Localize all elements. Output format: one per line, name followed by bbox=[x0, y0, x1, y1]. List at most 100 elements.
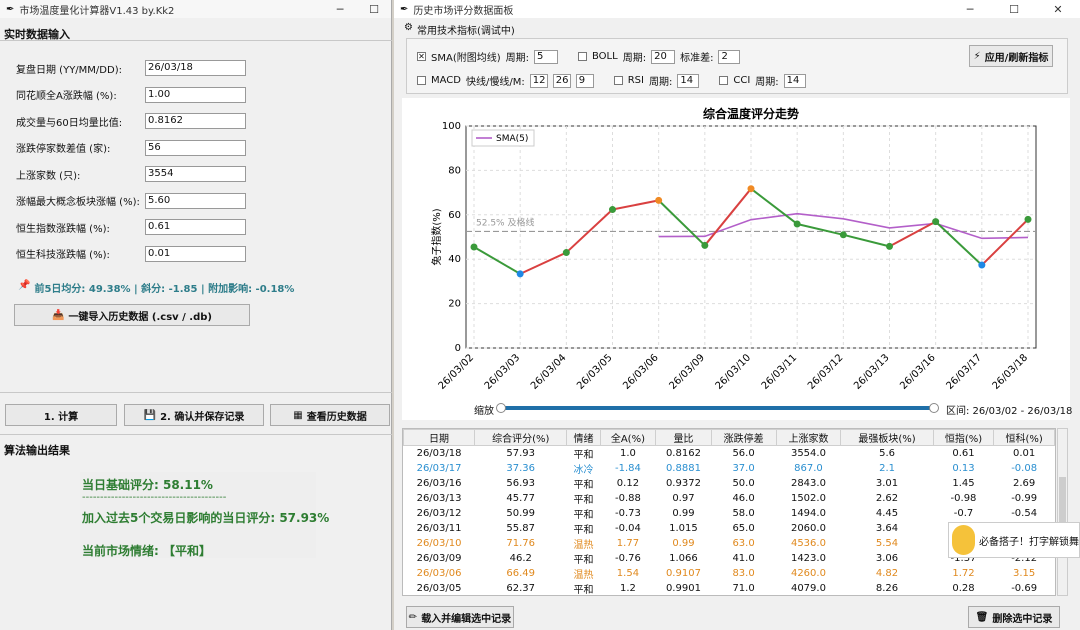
table-cell: 71.0 bbox=[732, 583, 755, 594]
history-window-title: 历史市场评分数据面板 bbox=[413, 5, 514, 17]
close-button[interactable]: ✕ bbox=[1036, 3, 1080, 16]
score-point bbox=[701, 241, 709, 249]
field-input[interactable]: 1.00 bbox=[145, 86, 246, 103]
table-cell: 1.0 bbox=[619, 448, 636, 459]
sma-checkbox[interactable]: ✕ bbox=[417, 52, 426, 61]
table-cell: 4079.0 bbox=[790, 583, 826, 594]
table-row[interactable]: 26/03/05 62.37 平和 1.2 0.9901 71.0 4079.0 8.26 0.… bbox=[404, 581, 1055, 595]
table-cell: 1423.0 bbox=[790, 553, 826, 564]
score-point bbox=[470, 243, 478, 251]
macd-fast-input[interactable]: 12 bbox=[529, 73, 548, 88]
table-cell: -0.88 bbox=[614, 493, 641, 504]
column-header[interactable]: 上涨家数 bbox=[775, 429, 842, 446]
rsi-period-input[interactable]: 14 bbox=[677, 73, 700, 88]
column-header[interactable]: 综合评分(%) bbox=[474, 429, 568, 446]
y-tick-label: 60 bbox=[448, 210, 461, 221]
score-line-segment bbox=[657, 199, 706, 247]
save-icon: 💾 bbox=[143, 409, 157, 421]
table-cell: 0.97 bbox=[672, 493, 695, 504]
market-mood: 当前市场情绪: 【平和】 bbox=[82, 544, 211, 558]
table-cell: 0.8881 bbox=[665, 463, 701, 474]
table-cell: 0.99 bbox=[672, 538, 695, 549]
field-label: 涨幅最大概念板块涨幅 (%): bbox=[16, 197, 140, 208]
minimize-button[interactable]: ─ bbox=[323, 3, 357, 16]
import-history-button[interactable]: 📥 一键导入历史数据 (.csv / .db) bbox=[14, 304, 250, 326]
macd-slow-input[interactable]: 26 bbox=[552, 73, 571, 88]
maximize-button[interactable]: ☐ bbox=[357, 3, 391, 16]
table-cell: 41.0 bbox=[732, 553, 755, 564]
field-input[interactable]: 26/03/18 bbox=[145, 60, 246, 76]
field-input[interactable]: 0.01 bbox=[145, 245, 246, 262]
score-point bbox=[886, 242, 893, 250]
apply-indicator-button[interactable]: ⚡ 应用/刷新指标 bbox=[969, 45, 1053, 67]
field-label: 成交量与60日均量比值: bbox=[16, 117, 123, 129]
column-header[interactable]: 恒科(%) bbox=[993, 429, 1055, 446]
calculate-button[interactable]: 1. 计算 bbox=[5, 404, 117, 426]
field-input[interactable]: 3554 bbox=[145, 166, 246, 182]
macd-checkbox[interactable] bbox=[417, 76, 426, 85]
field-input[interactable]: 0.8162 bbox=[145, 113, 246, 129]
column-header[interactable]: 情绪 bbox=[566, 429, 601, 446]
cci-period-input[interactable]: 14 bbox=[783, 73, 806, 88]
boll-checkbox[interactable] bbox=[578, 52, 587, 61]
table-row[interactable]: 26/03/17 37.36 冰冷 -1.84 0.8881 37.0 867.0 2.1 0.… bbox=[404, 461, 1055, 476]
table-cell: 0.8162 bbox=[665, 448, 701, 459]
table-cell: 0.61 bbox=[952, 448, 975, 459]
macd-m-input[interactable]: 9 bbox=[575, 73, 594, 88]
field-input[interactable]: 5.60 bbox=[145, 192, 246, 209]
table-cell: 5.6 bbox=[879, 448, 895, 459]
x-tick-label: 26/03/13 bbox=[852, 352, 892, 392]
table-cell: 83.0 bbox=[732, 568, 755, 579]
zoom-slider-left-handle[interactable] bbox=[496, 403, 506, 413]
indicator-panel: ✕ SMA(附图均线) 周期: 5 BOLL 周期: 20 标准差: 2 MAC… bbox=[406, 38, 1068, 94]
score-point bbox=[747, 185, 755, 193]
maximize-button[interactable]: ☐ bbox=[992, 3, 1036, 16]
save-record-button[interactable]: 💾 2. 确认并保存记录 bbox=[124, 404, 264, 426]
score-point bbox=[655, 196, 663, 204]
zoom-slider-track[interactable] bbox=[500, 406, 934, 410]
feather-icon: ✒ bbox=[6, 3, 15, 15]
table-cell: 2.69 bbox=[1013, 478, 1036, 489]
table-cell: 冰冷 bbox=[573, 465, 594, 476]
boll-std-input[interactable]: 2 bbox=[718, 49, 741, 64]
result-divider: ---------------------------------------- bbox=[82, 492, 227, 503]
table-row[interactable]: 26/03/16 56.93 平和 0.12 0.9372 50.0 2843.0 3.01 1… bbox=[404, 476, 1055, 491]
column-header[interactable]: 日期 bbox=[403, 429, 476, 446]
column-header[interactable]: 最强板块(%) bbox=[840, 429, 934, 446]
table-scrollbar[interactable] bbox=[1057, 428, 1068, 596]
sma-period-input[interactable]: 5 bbox=[534, 49, 558, 64]
table-row[interactable]: 26/03/06 66.49 温热 1.54 0.9107 83.0 4260.0 4.82 1… bbox=[404, 566, 1055, 581]
field-input[interactable]: 56 bbox=[145, 139, 246, 156]
score-point bbox=[516, 270, 524, 278]
boll-period-input[interactable]: 20 bbox=[651, 49, 676, 64]
rsi-checkbox[interactable] bbox=[613, 76, 623, 85]
x-tick-label: 26/03/10 bbox=[714, 352, 754, 392]
column-header[interactable]: 涨跌停差 bbox=[710, 429, 777, 446]
ad-popup[interactable]: 必备搭子！打字解锁舞 bbox=[948, 522, 1080, 558]
zoom-slider-right-handle[interactable] bbox=[929, 403, 939, 413]
column-header[interactable]: 全A(%) bbox=[599, 429, 657, 446]
duck-icon bbox=[952, 525, 975, 555]
table-row[interactable]: 26/03/18 57.93 平和 1.0 0.8162 56.0 3554.0 5.6 0.6… bbox=[404, 446, 1055, 461]
cci-checkbox[interactable] bbox=[719, 76, 729, 85]
table-row[interactable]: 26/03/13 45.77 平和 -0.88 0.97 46.0 1502.0 2.62 -0… bbox=[404, 491, 1055, 506]
delete-record-button[interactable]: 🗑 删除选中记录 bbox=[968, 606, 1060, 628]
table-cell: 50.0 bbox=[732, 478, 755, 489]
minimize-button[interactable]: ─ bbox=[948, 3, 992, 16]
zoom-label: 缩放 bbox=[474, 406, 494, 417]
column-header[interactable]: 量比 bbox=[655, 429, 712, 446]
range-label: 区间: 26/03/02 - 26/03/18 bbox=[946, 406, 1073, 417]
table-row[interactable]: 26/03/12 50.99 平和 -0.73 0.99 58.0 1494.0 4.45 -0… bbox=[404, 506, 1055, 521]
table-cell: -0.76 bbox=[614, 553, 641, 564]
table-cell: 26/03/10 bbox=[416, 538, 462, 549]
field-input[interactable]: 0.61 bbox=[145, 219, 246, 235]
table-cell: 3.01 bbox=[875, 478, 899, 489]
x-tick-label: 26/03/16 bbox=[898, 352, 938, 392]
table-cell: 0.13 bbox=[952, 463, 975, 474]
table-cell: 平和 bbox=[573, 480, 594, 491]
view-history-button[interactable]: ▦ 查看历史数据 bbox=[270, 404, 390, 426]
table-cell: 1.72 bbox=[952, 568, 975, 579]
edit-record-button[interactable]: ✏ 载入并编辑选中记录 bbox=[406, 606, 514, 628]
table-cell: 37.0 bbox=[732, 463, 755, 474]
column-header[interactable]: 恒指(%) bbox=[932, 429, 995, 446]
